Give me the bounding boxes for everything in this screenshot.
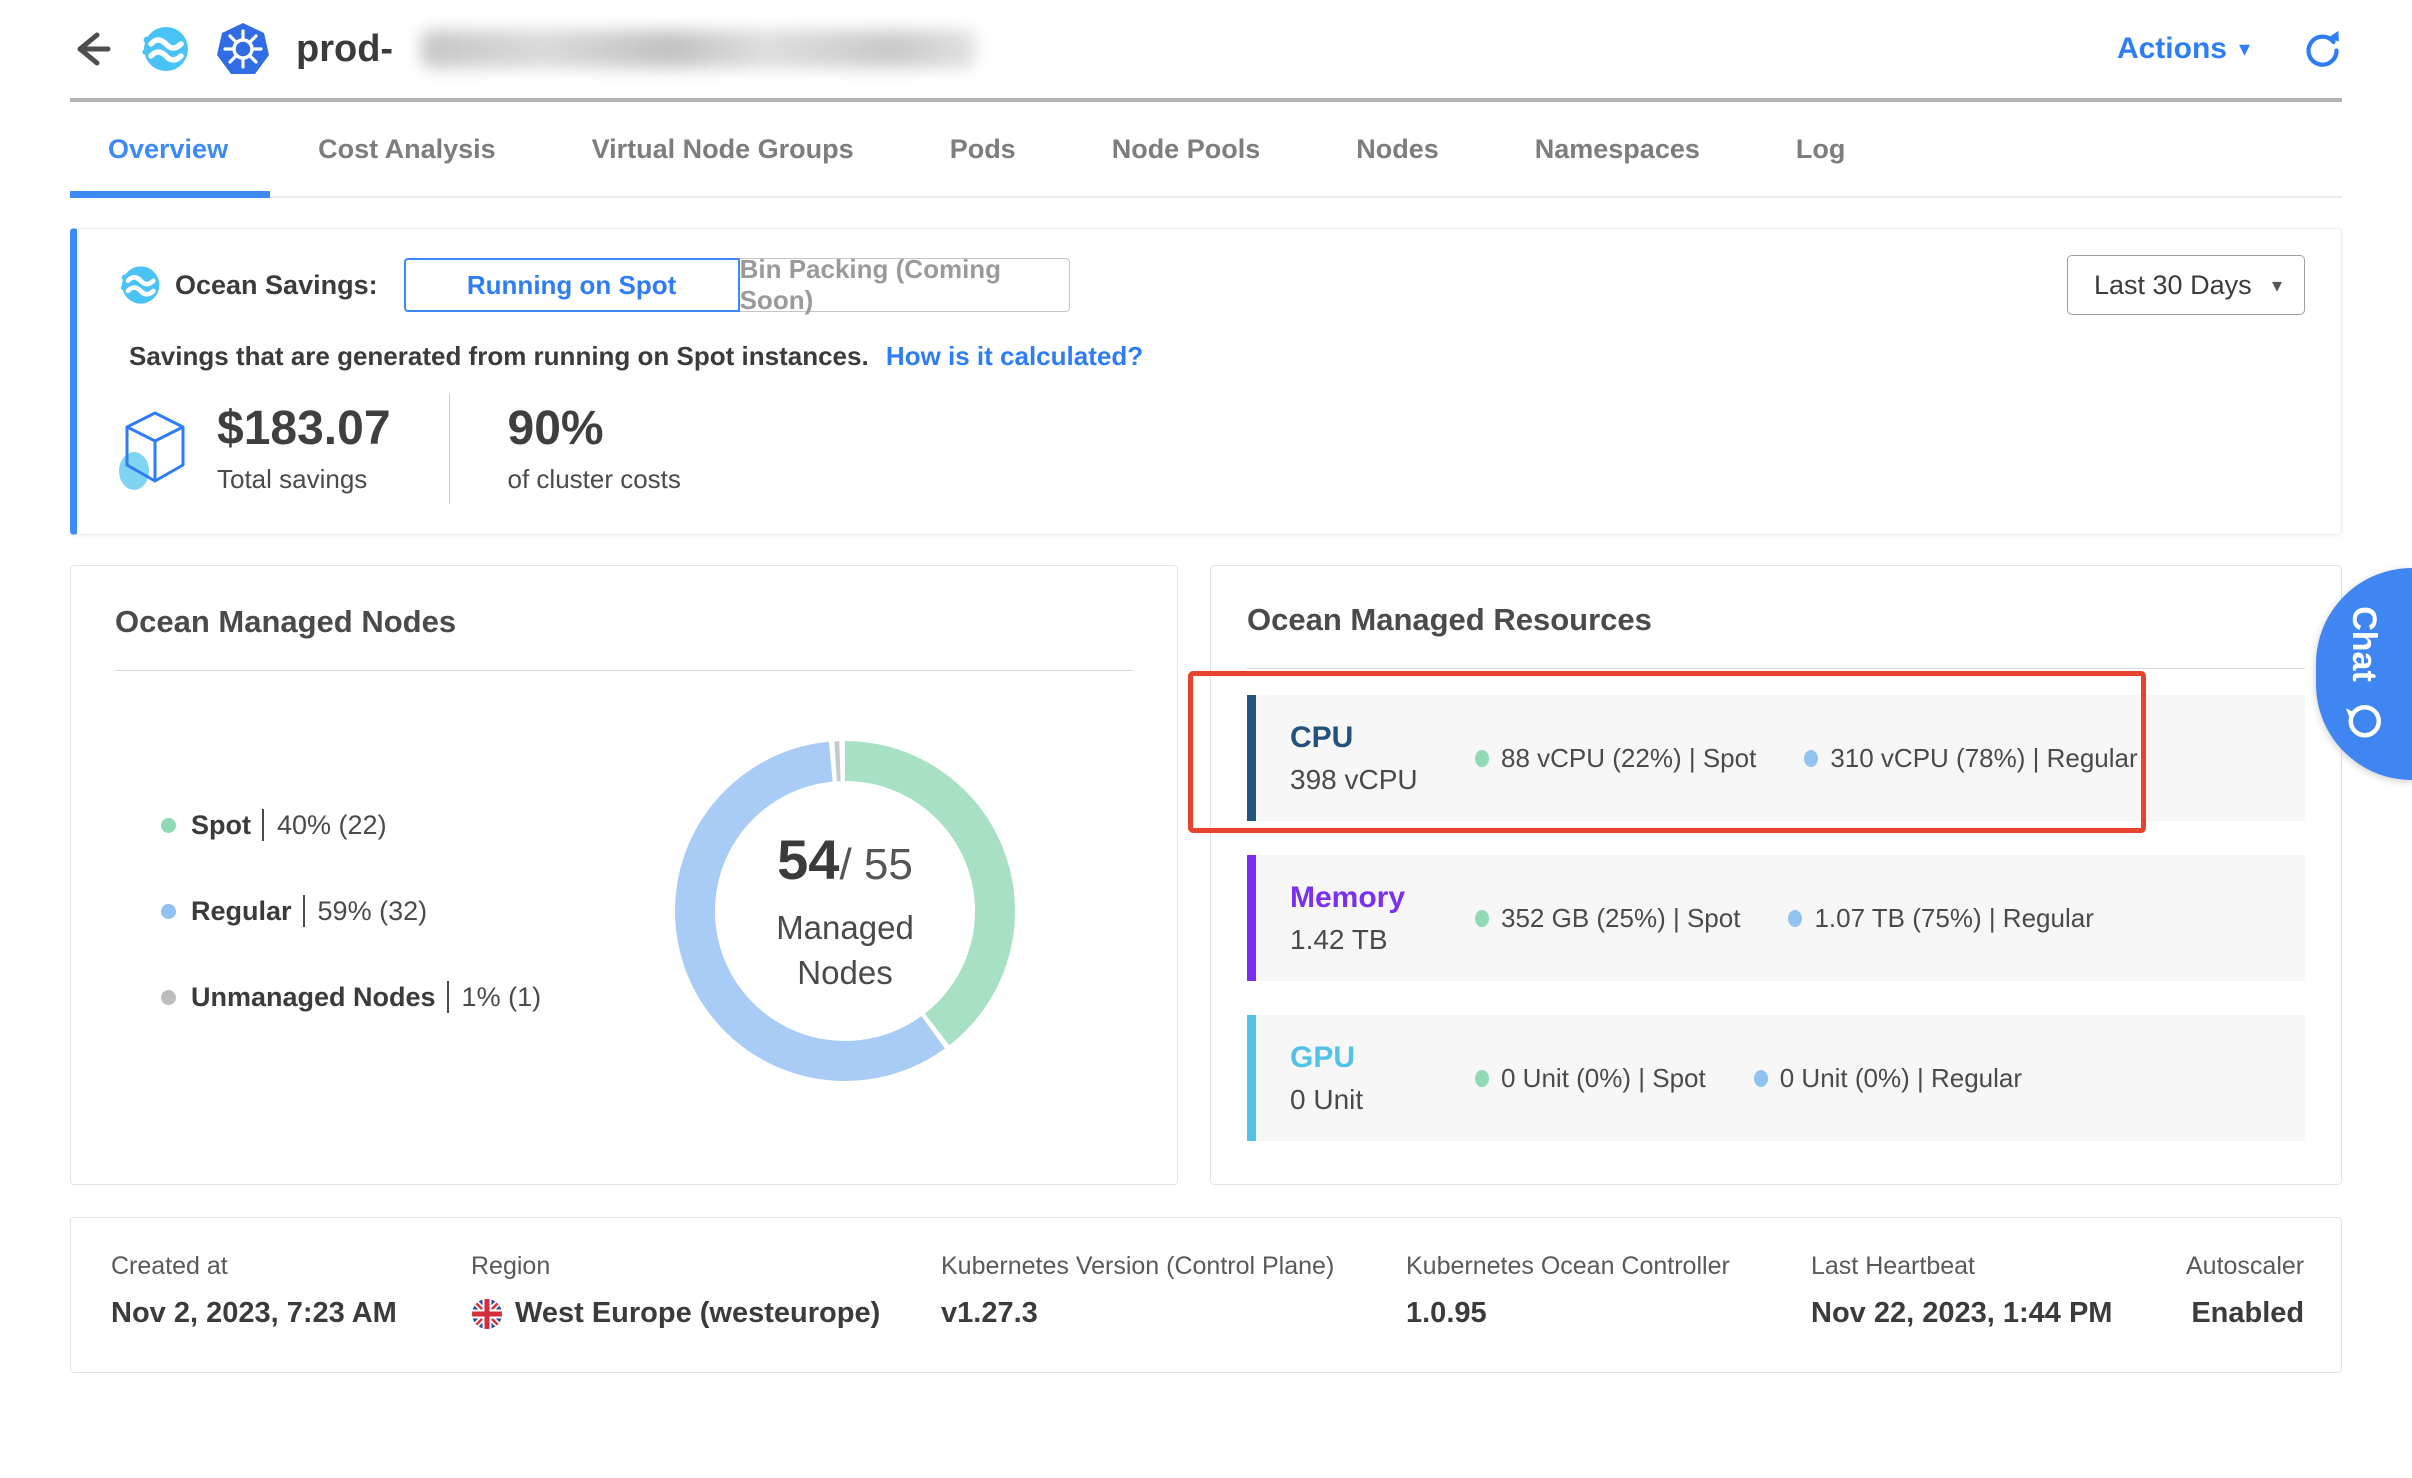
kubernetes-logo-icon [214,21,272,77]
info-ocean-controller: Kubernetes Ocean Controller 1.0.95 [1406,1252,1811,1330]
regular-dot-icon [1804,750,1818,767]
spot-dot-icon [161,818,176,833]
info-last-heartbeat: Last Heartbeat Nov 22, 2023, 1:44 PM [1811,1252,2186,1330]
tab-pods[interactable]: Pods [902,102,1064,196]
divider [303,895,305,927]
actions-button[interactable]: Actions ▾ [2117,32,2250,66]
uk-flag-icon [471,1298,503,1330]
ocean-logo-icon [138,23,190,75]
total-savings-value: $183.07 [217,403,391,456]
ocean-savings-label: Ocean Savings: [175,270,378,301]
spot-dot-icon [1475,910,1489,927]
total-savings-caption: Total savings [217,464,391,495]
page-title: prod- [296,28,393,71]
tab-cost-analysis[interactable]: Cost Analysis [270,102,544,196]
ocean-managed-resources-card: Ocean Managed Resources CPU 398 vCPU 88 … [1210,565,2342,1185]
tab-bar: Overview Cost Analysis Virtual Node Grou… [70,102,2342,198]
ocean-savings-panel: Ocean Savings: Running on Spot Bin Packi… [70,228,2342,535]
tab-log[interactable]: Log [1748,102,1893,196]
regular-dot-icon [161,904,176,919]
spot-dot-icon [1475,1070,1489,1087]
period-dropdown-value: Last 30 Days [2094,270,2252,301]
bin-packing-toggle[interactable]: Bin Packing (Coming Soon) [740,258,1070,312]
tab-overview[interactable]: Overview [70,102,270,196]
cluster-cost-percent-value: 90% [508,403,681,456]
managed-nodes-title: Ocean Managed Nodes [115,604,1133,640]
chevron-down-icon: ▾ [2239,36,2250,62]
chat-label: Chat [2345,606,2384,682]
cpu-spot-stat: 88 vCPU (22%) | Spot [1475,743,1756,774]
how-calculated-link[interactable]: How is it calculated? [886,341,1143,371]
header: prod- Actions ▾ [70,0,2342,102]
tab-namespaces[interactable]: Namespaces [1487,102,1748,196]
resource-row-cpu: CPU 398 vCPU 88 vCPU (22%) | Spot 310 vC… [1247,695,2305,821]
info-kubernetes-version: Kubernetes Version (Control Plane) v1.27… [941,1252,1406,1330]
ocean-managed-nodes-card: Ocean Managed Nodes Spot 40% (22) Regula… [70,565,1178,1185]
ocean-savings-icon [117,263,161,307]
legend-item-unmanaged: Unmanaged Nodes 1% (1) [161,981,541,1013]
regular-dot-icon [1788,910,1802,927]
managed-nodes-count: 54 [777,828,839,891]
regular-dot-icon [1754,1070,1768,1087]
divider [449,394,450,504]
managed-nodes-caption: Managed Nodes [776,906,914,995]
gpu-regular-stat: 0 Unit (0%) | Regular [1754,1063,2022,1094]
tab-nodes[interactable]: Nodes [1308,102,1487,196]
savings-description: Savings that are generated from running … [129,341,869,371]
legend-item-regular: Regular 59% (32) [161,895,541,927]
divider [447,981,449,1013]
refresh-icon[interactable] [2302,29,2342,69]
cluster-info-bar: Created at Nov 2, 2023, 7:23 AM Region W… [70,1217,2342,1373]
cluster-cost-percent-caption: of cluster costs [508,464,681,495]
divider [262,809,264,841]
back-arrow-icon[interactable] [70,27,114,71]
divider [1247,668,2305,669]
resource-row-gpu: GPU 0 Unit 0 Unit (0%) | Spot 0 Unit (0%… [1247,1015,2305,1141]
chevron-down-icon: ▾ [2272,273,2282,298]
spot-dot-icon [1475,750,1489,767]
managed-nodes-total: / 55 [839,840,912,889]
managed-resources-title: Ocean Managed Resources [1247,602,2305,638]
info-autoscaler: Autoscaler Enabled [2186,1252,2304,1330]
memory-regular-stat: 1.07 TB (75%) | Regular [1788,903,2093,934]
tab-node-pools[interactable]: Node Pools [1064,102,1309,196]
redacted-cluster-name [421,30,976,68]
actions-label: Actions [2117,32,2227,66]
tab-virtual-node-groups[interactable]: Virtual Node Groups [544,102,902,196]
chat-bubble-icon [2343,700,2385,742]
gpu-spot-stat: 0 Unit (0%) | Spot [1475,1063,1706,1094]
memory-spot-stat: 352 GB (25%) | Spot [1475,903,1740,934]
period-dropdown[interactable]: Last 30 Days ▾ [2067,255,2305,315]
cpu-regular-stat: 310 vCPU (78%) | Regular [1804,743,2137,774]
running-on-spot-toggle[interactable]: Running on Spot [404,258,740,312]
info-region: Region West Europe (westeurope) [471,1252,941,1330]
info-created-at: Created at Nov 2, 2023, 7:23 AM [111,1252,471,1330]
savings-toggle-group: Running on Spot Bin Packing (Coming Soon… [404,258,1070,312]
resource-row-memory: Memory 1.42 TB 352 GB (25%) | Spot 1.07 … [1247,855,2305,981]
legend-item-spot: Spot 40% (22) [161,809,541,841]
managed-nodes-donut-chart: 54/ 55 Managed Nodes [667,733,1023,1089]
unmanaged-dot-icon [161,990,176,1005]
savings-cube-icon [117,407,193,491]
nodes-legend: Spot 40% (22) Regular 59% (32) Unmanaged… [161,809,541,1013]
